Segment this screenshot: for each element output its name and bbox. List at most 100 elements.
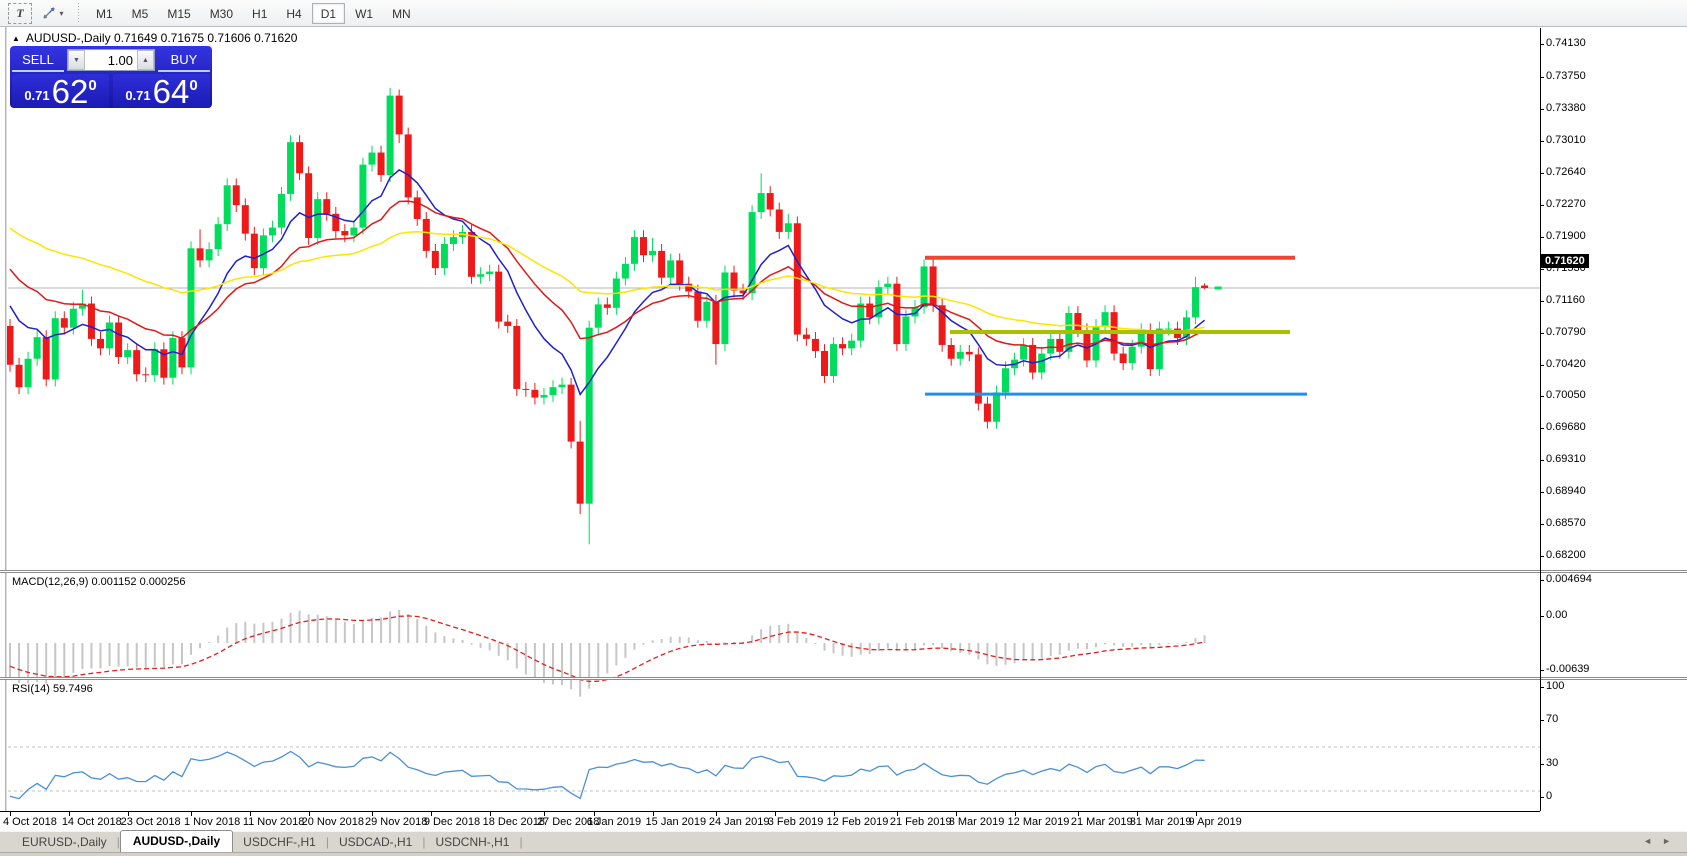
date-tick-label: 14 Oct 2018 bbox=[62, 816, 122, 828]
price-tick-label: 0.73380 bbox=[1546, 102, 1586, 114]
sell-price-sup: 0 bbox=[88, 77, 96, 94]
rsi-axis-label: 0 bbox=[1546, 790, 1552, 802]
price-axis-border bbox=[1540, 28, 1541, 811]
chart-tab[interactable]: USDCHF-,H1 bbox=[233, 833, 326, 852]
volume-increase-button[interactable]: ▲ bbox=[137, 50, 154, 70]
timeframe-button-M5[interactable]: M5 bbox=[123, 3, 158, 24]
volume-stepper: ▼ ▲ bbox=[67, 49, 155, 71]
window-left-frame bbox=[5, 27, 7, 811]
price-tick-mark bbox=[1540, 173, 1544, 174]
chart-area bbox=[0, 27, 1687, 812]
date-tick-label: 6 Jan 2019 bbox=[587, 816, 641, 828]
date-tick-label: 1 Nov 2018 bbox=[184, 816, 240, 828]
macd-indicator-chart bbox=[8, 600, 1540, 704]
current-price-tag: 0.71620 bbox=[1541, 254, 1589, 268]
buy-price-big: 64 bbox=[153, 77, 190, 107]
price-tick-mark bbox=[1540, 556, 1544, 557]
buy-button[interactable]: BUY bbox=[158, 48, 210, 72]
timeframe-button-W1[interactable]: W1 bbox=[346, 3, 382, 24]
date-tick-label: 21 Mar 2019 bbox=[1071, 816, 1133, 828]
price-tick-mark bbox=[1540, 524, 1544, 525]
date-tick-label: 20 Nov 2018 bbox=[302, 816, 364, 828]
text-tool-icon[interactable]: T bbox=[8, 3, 32, 24]
price-tick-label: 0.71900 bbox=[1546, 230, 1586, 242]
price-tick-mark bbox=[1540, 141, 1544, 142]
cursor-mode-icon[interactable]: ▾ bbox=[36, 3, 70, 24]
price-tick-mark bbox=[1540, 269, 1544, 270]
chart-tab[interactable]: AUDUSD-,Daily bbox=[120, 830, 233, 852]
price-tick-mark bbox=[1540, 301, 1544, 302]
macd-axis-label: 0.00 bbox=[1546, 609, 1567, 621]
price-tick-label: 0.68200 bbox=[1546, 549, 1586, 561]
timeframe-button-M15[interactable]: M15 bbox=[158, 3, 199, 24]
timeframe-button-MN[interactable]: MN bbox=[383, 3, 420, 24]
chart-ohlc-values: 0.71649 0.71675 0.71606 0.71620 bbox=[114, 31, 298, 45]
pane-separator[interactable] bbox=[0, 677, 1687, 680]
mt4-window: T ▾ M1M5M15M30H1H4D1W1MN 0.741300.737500… bbox=[0, 0, 1687, 856]
date-tick-label: 3 Mar 2019 bbox=[949, 816, 1005, 828]
candles-layer bbox=[7, 88, 1209, 544]
price-tick-label: 0.73010 bbox=[1546, 134, 1586, 146]
price-tick-label: 0.73750 bbox=[1546, 70, 1586, 82]
rsi-line bbox=[10, 752, 1205, 799]
diagonal-arrows-icon bbox=[42, 6, 56, 20]
date-axis: 4 Oct 201814 Oct 201823 Oct 20181 Nov 20… bbox=[0, 812, 1687, 831]
price-tick-label: 0.69310 bbox=[1546, 453, 1586, 465]
timeframe-button-D1[interactable]: D1 bbox=[312, 3, 345, 24]
rsi-tick-mark bbox=[1540, 764, 1544, 765]
date-tick-label: 4 Oct 2018 bbox=[3, 816, 57, 828]
tab-separator: | bbox=[519, 835, 522, 852]
buy-price-quote[interactable]: 0.71 64 0 bbox=[113, 74, 210, 108]
one-click-trading-panel: SELL ▼ ▲ BUY 0.71 62 0 0.71 64 0 bbox=[10, 46, 212, 108]
buy-price-small: 0.71 bbox=[125, 88, 150, 103]
pane-separator[interactable] bbox=[0, 570, 1687, 573]
chart-tab[interactable]: EURUSD-,Daily bbox=[12, 833, 117, 852]
tab-scroll-left-icon[interactable]: ◄ bbox=[1643, 836, 1662, 846]
price-tick-label: 0.72640 bbox=[1546, 166, 1586, 178]
price-tick-mark bbox=[1540, 205, 1544, 206]
chart-tab-bar: EURUSD-,Daily|AUDUSD-,DailyUSDCHF-,H1|US… bbox=[0, 831, 1687, 852]
date-tick-label: 11 Nov 2018 bbox=[243, 816, 305, 828]
date-tick-label: 15 Jan 2019 bbox=[646, 816, 707, 828]
chart-tab[interactable]: USDCNH-,H1 bbox=[425, 833, 519, 852]
timeframe-button-H4[interactable]: H4 bbox=[277, 3, 310, 24]
macd-tick-mark bbox=[1540, 616, 1544, 617]
timeframe-button-M30[interactable]: M30 bbox=[201, 3, 242, 24]
sell-price-big: 62 bbox=[52, 77, 89, 107]
date-tick-label: 24 Jan 2019 bbox=[709, 816, 770, 828]
macd-tick-mark bbox=[1540, 580, 1544, 581]
price-tick-label: 0.70050 bbox=[1546, 389, 1586, 401]
macd-label: MACD(12,26,9) 0.001152 0.000256 bbox=[12, 576, 185, 588]
price-tick-label: 0.71160 bbox=[1546, 294, 1585, 306]
price-tick-mark bbox=[1540, 460, 1544, 461]
price-tick-label: 0.70420 bbox=[1546, 358, 1586, 370]
timeframe-button-H1[interactable]: H1 bbox=[243, 3, 276, 24]
tab-scroll-right-icon[interactable]: ► bbox=[1662, 836, 1681, 846]
price-tick-label: 0.69680 bbox=[1546, 421, 1586, 433]
timeframe-button-M1[interactable]: M1 bbox=[87, 3, 122, 24]
date-tick-label: 9 Apr 2019 bbox=[1189, 816, 1242, 828]
price-tick-mark bbox=[1540, 237, 1544, 238]
chart-tab[interactable]: USDCAD-,H1 bbox=[329, 833, 422, 852]
sell-price-quote[interactable]: 0.71 62 0 bbox=[12, 74, 109, 108]
timeframe-buttons: M1M5M15M30H1H4D1W1MN bbox=[87, 3, 421, 24]
date-tick-label: 29 Nov 2018 bbox=[365, 816, 427, 828]
price-tick-label: 0.72270 bbox=[1546, 198, 1586, 210]
macd-tick-mark bbox=[1540, 670, 1544, 671]
toolbar-separator bbox=[76, 3, 81, 23]
date-tick-label: 12 Mar 2019 bbox=[1008, 816, 1070, 828]
volume-decrease-button[interactable]: ▼ bbox=[68, 50, 85, 70]
macd-histogram bbox=[10, 610, 1205, 697]
sell-button[interactable]: SELL bbox=[12, 48, 64, 72]
chart-title: ▲ AUDUSD-,Daily 0.71649 0.71675 0.71606 0… bbox=[12, 31, 297, 45]
price-tick-mark bbox=[1540, 428, 1544, 429]
volume-input[interactable] bbox=[85, 50, 137, 70]
rsi-axis-label: 100 bbox=[1546, 680, 1564, 692]
chart-symbol-period: AUDUSD-,Daily bbox=[26, 31, 111, 45]
date-tick-label: 21 Feb 2019 bbox=[890, 816, 952, 828]
rsi-label: RSI(14) 59.7496 bbox=[12, 683, 93, 695]
price-tick-mark bbox=[1540, 492, 1544, 493]
main-price-chart bbox=[8, 55, 1540, 597]
collapse-panel-icon[interactable]: ▲ bbox=[12, 34, 20, 43]
macd-axis-label: 0.004694 bbox=[1546, 573, 1592, 585]
